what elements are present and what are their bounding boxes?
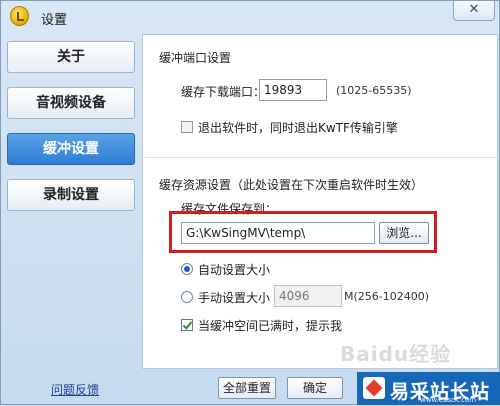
app-logo-icon (10, 6, 29, 26)
feedback-link[interactable]: 问题反馈 (51, 381, 99, 398)
site-url: www.easck.com (420, 396, 477, 404)
port-range-hint: (1025-65535) (336, 84, 412, 97)
close-button[interactable]: ✕ (453, 1, 495, 21)
port-section-title: 缓冲端口设置 (159, 51, 232, 65)
notify-full-label: 当缓冲空间已满时，提示我 (198, 319, 343, 333)
sidebar-item-buffer-settings[interactable]: 缓冲设置 (7, 133, 135, 165)
section-divider (143, 157, 497, 158)
sidebar: 关于 音视频设备 缓冲设置 录制设置 (7, 36, 141, 366)
site-logo-icon (363, 377, 385, 399)
manual-size-input[interactable]: 4096 (274, 285, 342, 307)
title-bar: 设置 ✕ (1, 1, 499, 31)
auto-size-label: 自动设置大小 (198, 263, 271, 277)
window-title: 设置 (41, 13, 68, 28)
sidebar-item-about[interactable]: 关于 (7, 41, 135, 73)
manual-size-range-hint: M(256-102400) (344, 290, 430, 303)
manual-size-label: 手动设置大小 (198, 291, 271, 305)
settings-panel: 缓冲端口设置 缓存下载端口： 19893 (1025-65535) 退出软件时，… (142, 34, 498, 369)
reset-all-button[interactable]: 全部重置 (218, 377, 276, 399)
resource-section-title: 缓存资源设置（此处设置在下次重启软件时生效） (159, 178, 424, 192)
port-input[interactable]: 19893 (259, 79, 327, 101)
manual-size-radio[interactable] (181, 291, 193, 303)
sidebar-item-recording-settings[interactable]: 录制设置 (7, 179, 135, 211)
notify-full-checkbox[interactable] (181, 319, 193, 331)
sidebar-item-av-devices[interactable]: 音视频设备 (7, 87, 135, 119)
highlight-annotation (169, 211, 437, 253)
exit-engine-label: 退出软件时，同时退出KwTF传输引擎 (198, 121, 398, 135)
ok-button[interactable]: 确定 (287, 377, 343, 399)
exit-engine-checkbox[interactable] (181, 121, 193, 133)
baidu-watermark: Baidu经验 (340, 342, 452, 366)
auto-size-radio[interactable] (181, 263, 193, 275)
port-label: 缓存下载端口： (181, 85, 266, 99)
